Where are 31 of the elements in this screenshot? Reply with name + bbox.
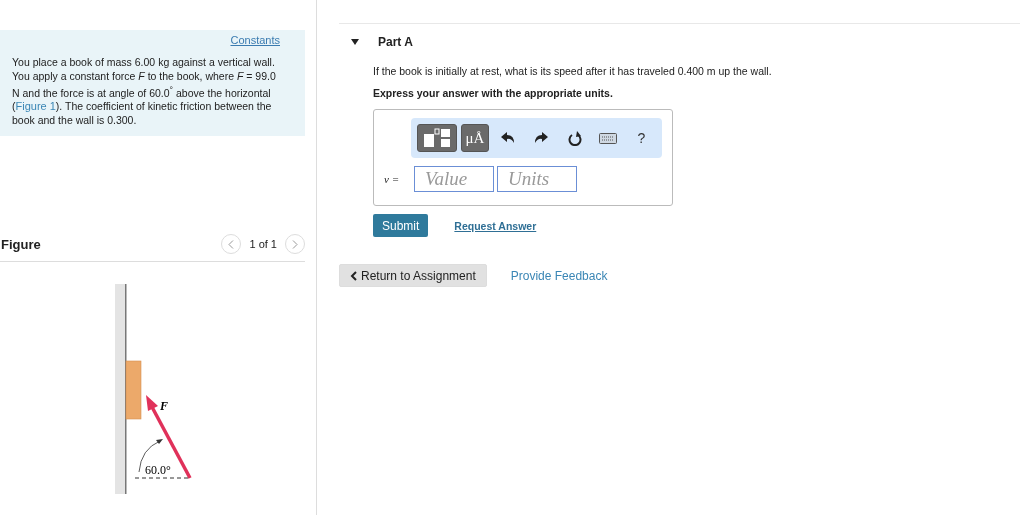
instruction-text: Express your answer with the appropriate units. [373, 87, 614, 99]
undo-icon [500, 132, 515, 144]
feedback-link[interactable]: Provide Feedback [510, 268, 608, 283]
reset-icon [567, 130, 582, 146]
units-field[interactable]: Units [497, 166, 577, 192]
constants-link[interactable]: Constants [230, 34, 280, 46]
templates-button[interactable] [417, 124, 457, 152]
part-title: Part A [378, 34, 413, 49]
chevron-left-icon [350, 270, 357, 281]
book-drawing [125, 360, 142, 420]
reference-line [134, 477, 191, 479]
chevron-right-icon [292, 239, 298, 249]
force-label: F [160, 399, 168, 413]
angle-label: 60.0° [145, 463, 171, 477]
collapse-triangle-icon[interactable] [351, 38, 359, 45]
help-button[interactable]: ? [626, 124, 657, 152]
templates-icon [422, 128, 452, 148]
keyboard-icon [598, 132, 617, 144]
submit-button[interactable]: Submit [373, 214, 429, 237]
figure-title: Figure [1, 236, 41, 252]
value-field[interactable]: Value [414, 166, 494, 192]
chevron-left-icon [228, 239, 235, 249]
page-counter: 1 of 1 [249, 238, 277, 250]
variable-label: v = [384, 173, 401, 185]
request-answer-link[interactable]: Request Answer [454, 219, 537, 232]
figure-link[interactable]: Figure 1 [15, 100, 56, 112]
return-button[interactable]: Return to Assignment [339, 264, 487, 287]
problem-text: You place a book of mass 6.00 kg against a vertical wall. You apply a constant force F to the book, where F = 99.0 N and the force is at angle of 60.0$^{°}$ above the horizontal (Figure 1). The coefficient of kinetic friction between the book and the wall is 0.300. [12, 56, 277, 127]
question-text: If the book is initially at rest, what is its speed after it has traveled 0.400 m up the wall. [373, 65, 773, 77]
redo-icon [534, 132, 549, 144]
units-button[interactable]: μÅ [461, 124, 489, 152]
